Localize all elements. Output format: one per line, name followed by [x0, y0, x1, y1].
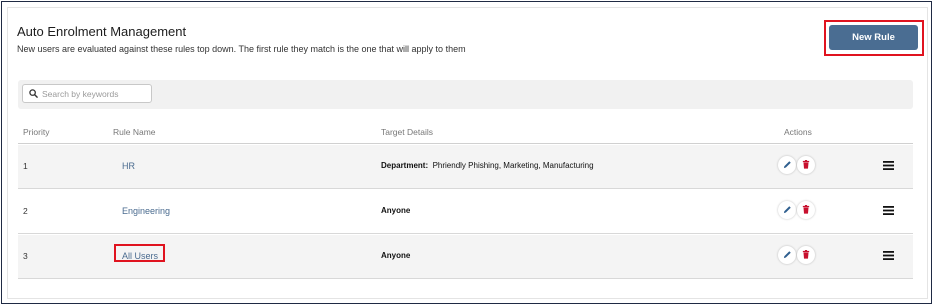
pencil-icon	[783, 205, 792, 216]
rule-name-link[interactable]: HR	[122, 161, 135, 171]
priority-cell: 2	[23, 206, 28, 216]
drag-handle[interactable]	[881, 249, 895, 263]
column-header-target-details: Target Details	[381, 127, 433, 137]
edit-button[interactable]	[778, 201, 796, 219]
all-users-highlight	[114, 244, 165, 262]
trash-icon	[802, 204, 810, 216]
table-row: 2 Engineering Anyone	[18, 190, 913, 234]
delete-button[interactable]	[797, 201, 815, 219]
target-details-cell: Anyone	[381, 251, 410, 260]
table-header: Priority Rule Name Target Details Action…	[18, 120, 913, 144]
priority-cell: 1	[23, 161, 28, 171]
target-value: Phriendly Phishing, Marketing, Manufactu…	[432, 161, 594, 170]
rules-card: Auto Enrolment Management New users are …	[7, 7, 928, 299]
edit-button[interactable]	[778, 156, 796, 174]
search-icon	[26, 87, 40, 101]
rule-name-link[interactable]: Engineering	[122, 206, 170, 216]
column-header-actions: Actions	[784, 127, 812, 137]
window-frame: Auto Enrolment Management New users are …	[1, 1, 932, 304]
edit-button[interactable]	[778, 246, 796, 264]
target-details-cell: Department: Phriendly Phishing, Marketin…	[381, 161, 594, 170]
target-label: Anyone	[381, 206, 411, 215]
target-label: Anyone	[381, 251, 411, 260]
column-header-rule-name: Rule Name	[113, 127, 156, 137]
target-details-cell: Anyone	[381, 206, 410, 215]
priority-cell: 3	[23, 251, 28, 261]
search-field[interactable]	[22, 84, 152, 103]
search-toolbar	[18, 80, 913, 109]
hamburger-icon	[882, 205, 894, 217]
search-input[interactable]	[40, 86, 148, 101]
target-label: Department:	[381, 161, 429, 170]
hamburger-icon	[882, 250, 894, 262]
table-row: 1 HR Department: Phriendly Phishing, Mar…	[18, 145, 913, 189]
new-rule-button[interactable]: New Rule	[829, 25, 918, 50]
delete-button[interactable]	[797, 246, 815, 264]
page-title: Auto Enrolment Management	[17, 24, 187, 39]
delete-button[interactable]	[797, 156, 815, 174]
column-header-priority: Priority	[23, 127, 50, 137]
hamburger-icon	[882, 160, 894, 172]
pencil-icon	[783, 160, 792, 171]
pencil-icon	[783, 250, 792, 261]
trash-icon	[802, 159, 810, 171]
drag-handle[interactable]	[881, 204, 895, 218]
drag-handle[interactable]	[881, 159, 895, 173]
page-subtitle: New users are evaluated against these ru…	[17, 44, 466, 54]
trash-icon	[802, 249, 810, 261]
